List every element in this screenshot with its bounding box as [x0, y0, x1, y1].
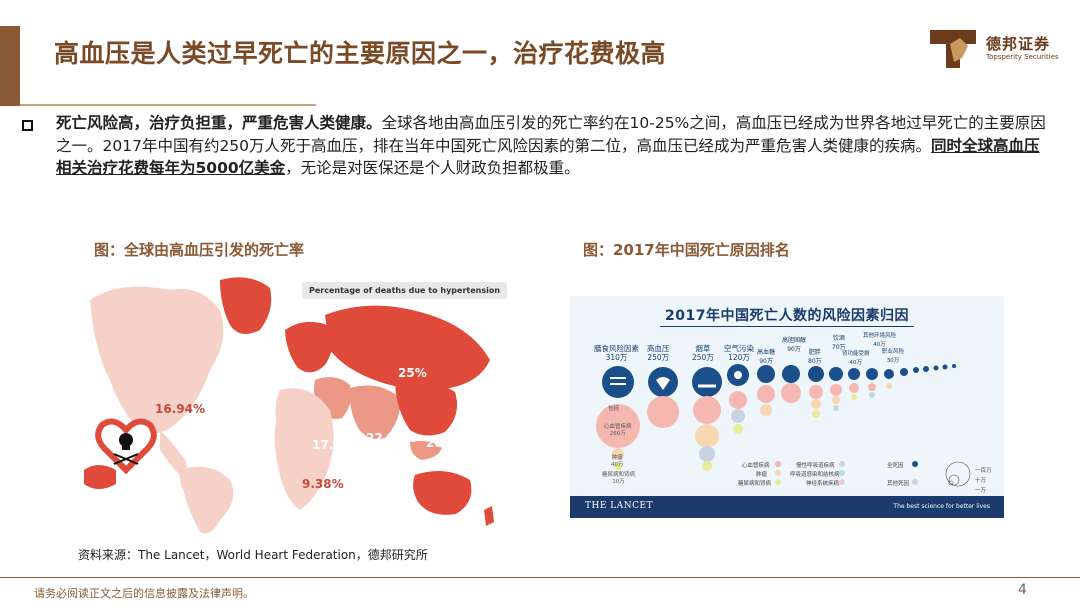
environment-risk-icon: [866, 368, 878, 380]
brand-logo: 德邦证券 Topsperity Securities: [930, 26, 1060, 70]
scale-big: 一百万: [975, 468, 992, 474]
central-america-region: [160, 430, 187, 475]
diet-sub-cancer: 肿瘤 40万: [611, 455, 624, 468]
footer-rule: [0, 577, 1080, 578]
world-map-figure: Percentage of deaths due to hypertension…: [80, 270, 510, 542]
lead-bold-text: 死亡风险高，治疗负担重，严重危害人类健康。: [56, 114, 382, 132]
heart-skull-icon: [84, 418, 157, 489]
cholesterol-risk-icon: [782, 365, 800, 383]
tobacco-risk-icon: [692, 367, 722, 397]
body-paragraph: 死亡风险高，治疗负担重，严重危害人类健康。全球各地由高血压引发的死亡率约在10-…: [56, 112, 1046, 180]
title-underline: [20, 104, 316, 106]
lancet-footer-band: THE LANCET The best science for better l…: [570, 496, 1004, 518]
pct-south-asia: 22.51%: [366, 431, 416, 445]
greenland-region: [220, 277, 272, 334]
occupational-risk-icon: [884, 369, 894, 379]
kidney-risk-icon: [848, 368, 860, 380]
figure-left-caption: 图：全球由高血压引发的死亡率: [94, 241, 305, 259]
source-note: 资料来源：The Lancet，World Heart Federation，德…: [78, 548, 428, 562]
scale-mid: 十万: [975, 478, 987, 484]
pct-north-asia: 25%: [398, 366, 427, 380]
pct-east-asia: 20.99%: [426, 436, 476, 450]
obesity-risk-icon: [808, 366, 824, 382]
scale-small: 一万: [975, 488, 987, 494]
pct-middle-east: 17.81%: [312, 438, 362, 452]
tobacco-cancer-bubble: [695, 424, 719, 448]
map-legend-label: Percentage of deaths due to hypertension: [302, 282, 508, 299]
tobacco-cardio-bubble: [693, 396, 721, 424]
logo-cn-text: 德邦证券: [986, 35, 1051, 53]
legend-respiratory: 慢性呼吸道疾病: [796, 463, 835, 469]
diet-risk-icon: [602, 366, 634, 398]
lancet-bubble-chart: [596, 364, 971, 487]
legend-cancer: 肿瘤: [756, 472, 768, 478]
legend-cardio: 心血管疾病: [742, 463, 770, 469]
east-asia-region: [395, 380, 458, 436]
diet-sub-diabetes: 糖尿病和肾病 10万: [602, 472, 636, 485]
lancet-brand: THE LANCET: [585, 501, 654, 511]
world-map-svg: [84, 277, 494, 534]
lancet-infographic: 2017年中国死亡人数的风险因素归因 膳食风险因素 310万 高血压 250万 烟草…: [570, 296, 1004, 518]
europe-region: [285, 321, 334, 373]
logo-en-text: Topsperity Securities: [986, 53, 1059, 61]
bullet-square-icon: [22, 120, 33, 131]
page-number: 4: [1018, 582, 1027, 598]
body-text-2: ，无论是对医保还是个人财政负担都极重。: [285, 159, 580, 177]
logo-mark-icon: [930, 30, 976, 68]
new-zealand-region: [484, 506, 494, 526]
legend-digestive: 呼吸道感染和结核病: [790, 472, 840, 478]
legend-all-causes: 全死因: [887, 463, 904, 469]
legend-neuro: 神经系统疾病: [806, 481, 840, 487]
diet-includes-label: 包括: [608, 406, 620, 412]
figure-right-caption: 图：2017年中国死亡原因排名: [583, 241, 790, 259]
lancet-tagline: The best science for better lives: [893, 503, 990, 510]
south-america-region: [179, 466, 234, 534]
footer-disclaimer: 请务必阅读正文之后的信息披露及法律声明。: [34, 587, 254, 600]
hypertension-cardio-bubble: [647, 396, 679, 428]
australia-region: [413, 471, 472, 515]
pct-north-america: 16.94%: [155, 402, 205, 416]
page-title: 高血压是人类过早死亡的主要原因之一，治疗花费极高: [54, 39, 667, 68]
tobacco-resp-bubble: [699, 446, 715, 462]
legend-diabetes: 糖尿病和肾病: [738, 481, 772, 487]
legend-other: 其他死因: [887, 481, 910, 487]
pct-africa: 9.38%: [302, 477, 344, 491]
title-accent-bar: [0, 26, 20, 106]
alcohol-risk-icon: [829, 367, 843, 381]
diet-sub-cardio: 心血管疾病 260万: [604, 424, 632, 437]
glucose-risk-icon: [757, 365, 775, 383]
